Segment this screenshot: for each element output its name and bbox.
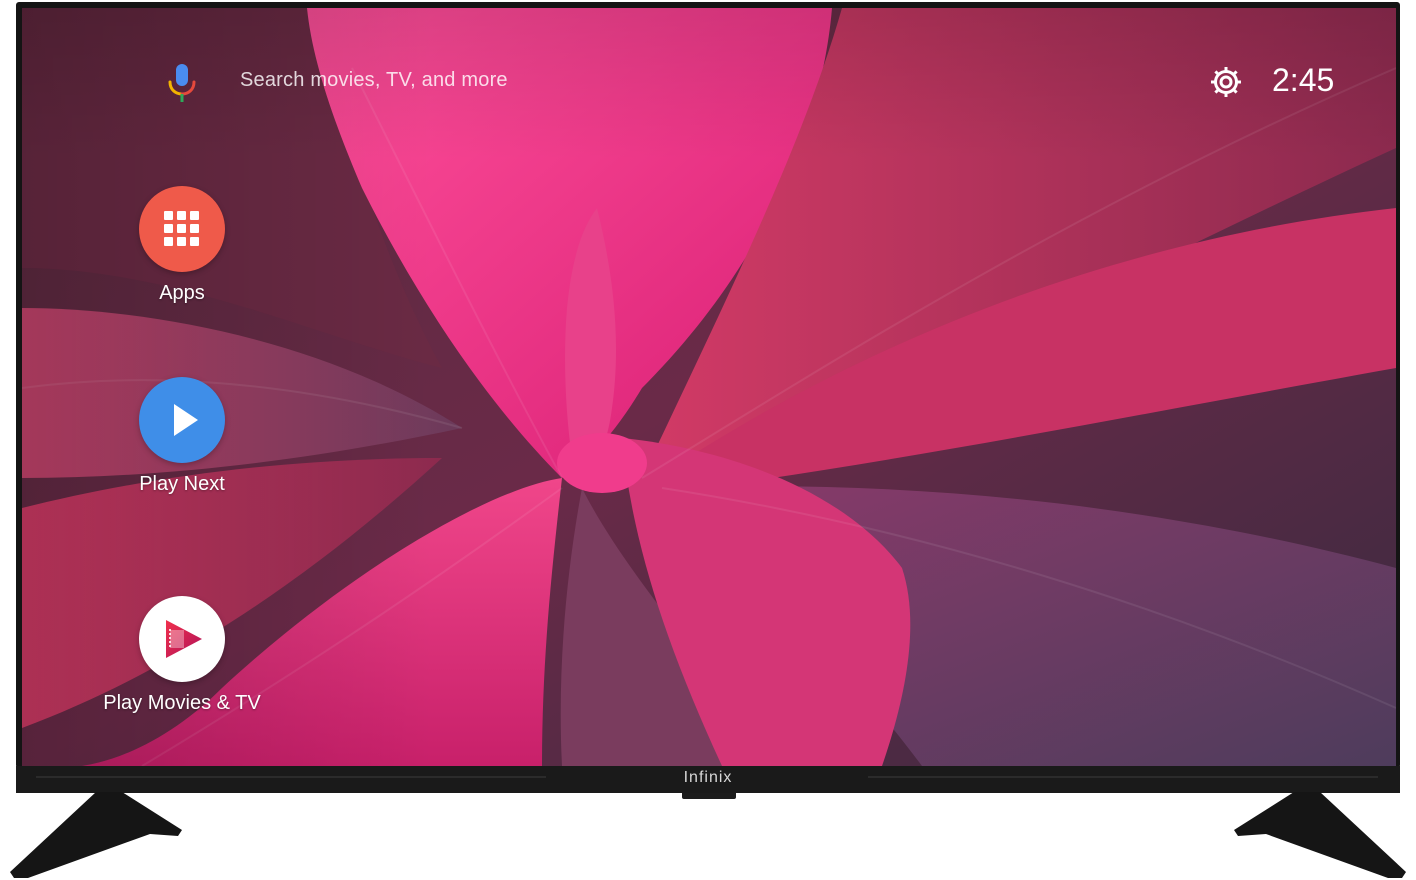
mic-icon[interactable] <box>164 60 200 108</box>
nav-item-play-movies[interactable]: Play Movies & TV <box>92 596 272 715</box>
search-input[interactable]: Search movies, TV, and more <box>240 69 508 92</box>
brand-logo: Infinix <box>683 769 733 786</box>
nav-label-play-next: Play Next <box>139 473 225 495</box>
tv-screen: Search movies, TV, and more 2:45 Apps Pl… <box>22 8 1396 766</box>
apps-grid-icon <box>164 211 200 247</box>
nav-label-play-movies: Play Movies & TV <box>103 692 261 714</box>
play-next-button[interactable] <box>139 377 225 463</box>
clock: 2:45 <box>1272 62 1335 98</box>
nav-item-apps[interactable]: Apps <box>92 186 272 305</box>
nav-label-apps: Apps <box>159 282 205 304</box>
tv-stand <box>10 792 1406 878</box>
chin-groove-left <box>36 776 546 778</box>
play-movies-button[interactable] <box>139 596 225 682</box>
play-icon <box>174 404 198 436</box>
tv-frame: Search movies, TV, and more 2:45 Apps Pl… <box>0 0 1416 880</box>
play-movies-icon <box>166 620 202 658</box>
tv-chin: Infinix <box>16 766 1400 793</box>
chin-groove-right <box>868 776 1378 778</box>
gear-icon[interactable] <box>1208 64 1244 100</box>
nav-item-play-next[interactable]: Play Next <box>92 377 272 496</box>
apps-button[interactable] <box>139 186 225 272</box>
